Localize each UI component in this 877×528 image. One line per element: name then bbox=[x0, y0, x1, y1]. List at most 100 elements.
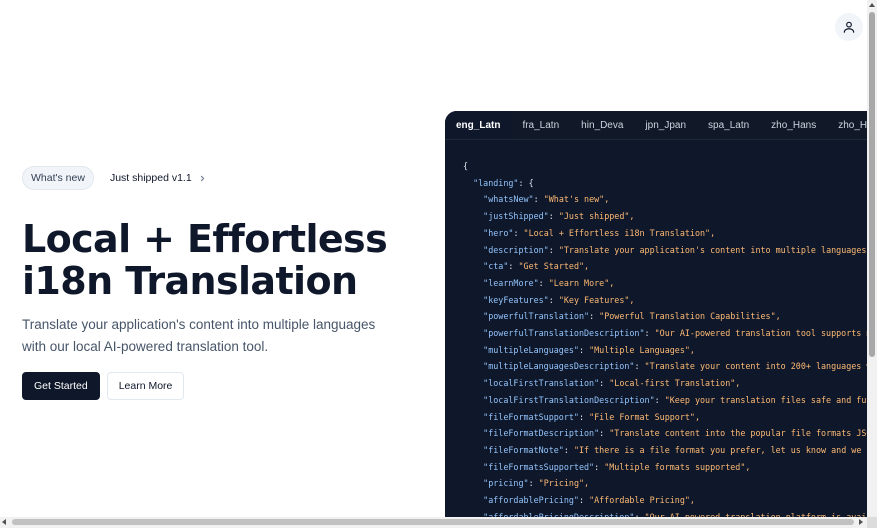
cta-group: Get Started Learn More bbox=[22, 372, 422, 400]
code-line: "multipleLanguages": "Multiple Languages… bbox=[463, 342, 867, 359]
code-punct: : bbox=[533, 194, 544, 205]
code-value: "Just shipped", bbox=[558, 211, 635, 222]
code-punct: : bbox=[538, 277, 549, 288]
code-value: "File Format Support", bbox=[589, 411, 701, 422]
code-punct: : bbox=[578, 495, 590, 506]
code-brace: { bbox=[463, 161, 469, 171]
announcement-row: What's new Just shipped v1.1 bbox=[22, 166, 422, 190]
code-line: "fileFormatSupport": "File Format Suppor… bbox=[463, 409, 867, 426]
get-started-button[interactable]: Get Started bbox=[22, 372, 100, 400]
tab-zho-hant[interactable]: zho_Hant bbox=[827, 111, 867, 139]
horizontal-scrollbar[interactable] bbox=[0, 517, 867, 528]
code-value: "Local + Effortless i18n Translation", bbox=[523, 227, 716, 238]
scroll-right-icon[interactable] bbox=[859, 519, 863, 525]
tab-fra-latn[interactable]: fra_Latn bbox=[511, 111, 570, 139]
scroll-left-icon[interactable] bbox=[2, 519, 6, 525]
code-key: "justShipped" bbox=[483, 211, 549, 222]
scroll-up-icon[interactable] bbox=[869, 3, 875, 7]
tab-jpn-jpan[interactable]: jpn_Jpan bbox=[634, 111, 697, 139]
code-value: "Keep your translation files safe and fu… bbox=[664, 394, 867, 405]
code-value: "Translate your content into 200+ langua… bbox=[644, 361, 867, 372]
code-line: "powerfulTranslation": "Powerful Transla… bbox=[463, 308, 867, 325]
code-value: "Multiple formats supported", bbox=[604, 461, 751, 472]
code-punct: : bbox=[513, 227, 524, 238]
title-line-2: i18n Translation bbox=[22, 259, 358, 303]
user-profile-button[interactable] bbox=[835, 13, 863, 41]
code-line: "fileFormatNote": "If there is a file fo… bbox=[463, 442, 867, 459]
hero-description: Translate your application's content int… bbox=[22, 317, 376, 354]
code-key: "fileFormatsSupported" bbox=[483, 461, 595, 472]
vertical-scroll-thumb[interactable] bbox=[869, 12, 875, 357]
code-key: "fileFormatSupport" bbox=[483, 411, 579, 422]
code-punct: : bbox=[578, 344, 590, 355]
code-value: "Learn More", bbox=[548, 277, 615, 288]
chevron-right-icon bbox=[200, 175, 204, 181]
code-value: "What's new", bbox=[543, 194, 610, 205]
code-key: "localFirstTranslation" bbox=[483, 378, 600, 389]
code-value: "If there is a file format you prefer, l… bbox=[573, 444, 867, 455]
code-punct: : bbox=[644, 328, 655, 339]
code-punct: : bbox=[634, 361, 645, 372]
code-key: "description" bbox=[483, 244, 549, 255]
page-title: Local + Effortless i18n Translation bbox=[22, 218, 422, 302]
code-root-key: "landing" bbox=[473, 177, 519, 188]
code-key: "pricing" bbox=[483, 478, 529, 489]
code-line: "fileFormatsSupported": "Multiple format… bbox=[463, 459, 867, 476]
tab-zho-hans[interactable]: zho_Hans bbox=[760, 111, 827, 139]
tab-spa-latn[interactable]: spa_Latn bbox=[697, 111, 760, 139]
code-key: "localFirstTranslationDescription" bbox=[483, 394, 655, 405]
title-line-1: Local + Effortless bbox=[22, 217, 388, 261]
code-punct: : bbox=[578, 411, 590, 422]
code-punct: : bbox=[508, 261, 519, 272]
code-line: "fileFormatDescription": "Translate cont… bbox=[463, 425, 867, 442]
code-key: "cta" bbox=[483, 261, 509, 272]
code-punct: : bbox=[654, 394, 665, 405]
code-punct: : bbox=[548, 211, 559, 222]
code-line: "powerfulTranslationDescription": "Our A… bbox=[463, 325, 867, 342]
code-line: "multipleLanguagesDescription": "Transla… bbox=[463, 358, 867, 375]
just-shipped-link[interactable]: Just shipped v1.1 bbox=[110, 172, 207, 184]
code-key: "hero" bbox=[483, 227, 514, 238]
json-code-block: { "landing": { "whatsNew": "What's new",… bbox=[445, 140, 867, 521]
code-punct: : { bbox=[518, 177, 534, 188]
code-preview-panel: eng_Latn fra_Latn hin_Deva jpn_Jpan spa_Latn… bbox=[445, 111, 867, 521]
code-key: "multipleLanguagesDescription" bbox=[483, 361, 635, 372]
code-punct: : bbox=[599, 428, 610, 439]
code-line: "learnMore": "Learn More", bbox=[463, 275, 867, 292]
tab-eng-latn[interactable]: eng_Latn bbox=[445, 111, 512, 139]
code-value: "Powerful Translation Capabilities", bbox=[599, 311, 781, 322]
code-value: "Pricing", bbox=[538, 478, 590, 489]
scrollbar-corner bbox=[867, 517, 877, 528]
code-key: "fileFormatDescription" bbox=[483, 428, 600, 439]
vertical-scrollbar[interactable] bbox=[867, 0, 877, 517]
code-punct: : bbox=[563, 444, 574, 455]
code-key: "powerfulTranslation" bbox=[483, 311, 590, 322]
code-line: "localFirstTranslation": "Local-first Tr… bbox=[463, 375, 867, 392]
just-shipped-label: Just shipped v1.1 bbox=[109, 172, 192, 184]
code-line: "localFirstTranslationDescription": "Kee… bbox=[463, 392, 867, 409]
horizontal-scroll-thumb[interactable] bbox=[12, 519, 854, 525]
code-line: "keyFeatures": "Key Features", bbox=[463, 292, 867, 309]
code-key: "fileFormatNote" bbox=[483, 444, 564, 455]
code-line: "pricing": "Pricing", bbox=[463, 475, 867, 492]
language-tabs: eng_Latn fra_Latn hin_Deva jpn_Jpan spa_Latn… bbox=[445, 111, 867, 140]
code-punct: : bbox=[548, 244, 559, 255]
hero-section: What's new Just shipped v1.1 Local + Eff… bbox=[22, 166, 422, 400]
code-punct: : bbox=[594, 461, 605, 472]
code-line: "description": "Translate your applicati… bbox=[463, 242, 867, 259]
code-line-root: "landing": { bbox=[463, 175, 867, 192]
tab-hin-deva[interactable]: hin_Deva bbox=[570, 111, 634, 139]
code-key: "keyFeatures" bbox=[483, 294, 549, 305]
code-line: "justShipped": "Just shipped", bbox=[463, 208, 867, 225]
code-value: "Our AI-powered translation tool support… bbox=[654, 328, 867, 339]
code-punct: : bbox=[548, 294, 559, 305]
code-punct: : bbox=[599, 378, 610, 389]
code-key: "whatsNew" bbox=[483, 194, 534, 205]
code-line-open: { bbox=[463, 158, 867, 175]
learn-more-button[interactable]: Learn More bbox=[106, 372, 185, 400]
code-punct: : bbox=[528, 478, 539, 489]
code-value: "Local-first Translation", bbox=[609, 378, 741, 389]
code-key: "powerfulTranslationDescription" bbox=[483, 328, 645, 339]
code-line: "hero": "Local + Effortless i18n Transla… bbox=[463, 225, 867, 242]
code-key: "learnMore" bbox=[483, 277, 539, 288]
